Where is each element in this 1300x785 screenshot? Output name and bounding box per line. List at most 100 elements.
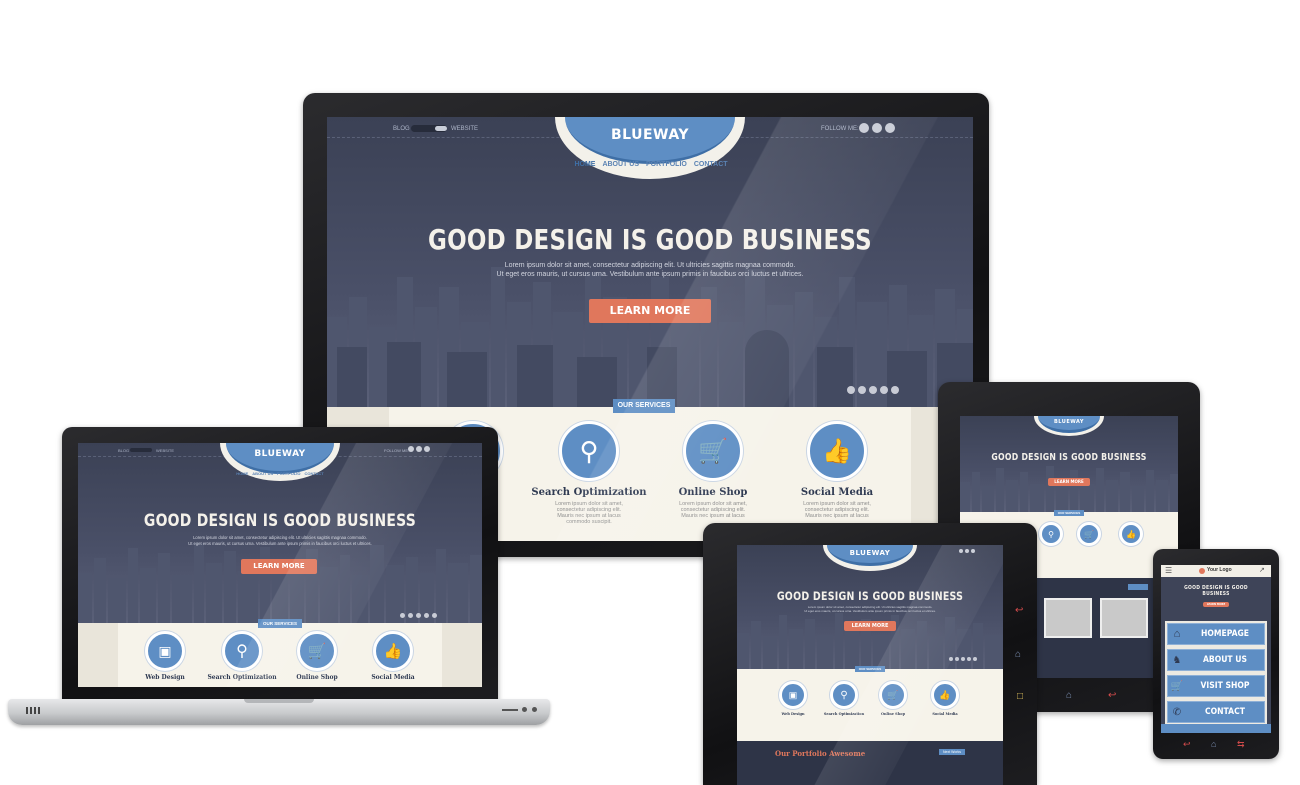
service-shop[interactable]: 🛒 Online Shop [871,681,915,716]
nav-home[interactable]: HOME [574,161,595,168]
menu-contact[interactable]: ✆ CONTACT [1167,701,1265,723]
website-link[interactable]: WEBSITE [156,448,174,453]
service-search[interactable]: ⚲ Search Optimization [202,631,282,681]
social-icon[interactable] [965,549,969,553]
social-icon[interactable] [971,549,975,553]
service-shop[interactable]: 🛒 Online Shop [282,631,352,681]
hero-section: BLOG WEBSITE FOLLOW ME: BLUEWAY HOME ABO… [78,443,482,623]
slider-dots[interactable] [949,657,977,661]
share-icon[interactable]: ↗ [1259,566,1265,574]
service-search[interactable]: ⚲ Search Optimization [819,681,869,716]
menu-about[interactable]: ♞ ABOUT US [1167,649,1265,671]
slider-dots[interactable] [400,613,437,618]
social-icon[interactable] [885,123,895,133]
nav-contact[interactable]: CONTACT [304,471,323,476]
social-icon[interactable] [859,123,869,133]
service-social[interactable]: 👍 Social Media Lorem ipsum dolor sit ame… [777,421,897,519]
hero-section: BLUEWAY GOOD DESIGN IS GOOD BUSINESS Lor… [737,545,1003,669]
brand-logo[interactable]: BLUEWAY [827,549,913,557]
social-icon[interactable] [959,549,963,553]
nav-about[interactable]: ABOUT US [602,161,639,168]
hamburger-icon[interactable]: ☰ [1165,566,1172,575]
learn-more-button[interactable]: LEARN MORE [1048,478,1090,486]
phone-footer [1161,724,1271,733]
hero-text-1: Lorem ipsum dolor sit amet, consectetur … [193,535,367,540]
laptop-notch [244,699,314,703]
brand-logo[interactable]: BLUEWAY [226,449,334,459]
hero-text-1: Lorem ipsum dolor sit amet, consectetur … [504,262,796,269]
nav-contact[interactable]: CONTACT [694,161,728,168]
right-margin [442,623,482,687]
follow-label: FOLLOW ME: [384,448,410,453]
learn-more-button[interactable]: LEARN MORE [241,559,317,574]
magnifier-icon: ⚲ [1039,522,1063,546]
website-link[interactable]: WEBSITE [451,126,478,132]
view-toggle[interactable] [130,448,152,452]
social-icon[interactable] [416,446,422,452]
menu-visit-shop[interactable]: 🛒 VISIT SHOP [1167,675,1265,697]
hero-section: BLOG WEBSITE FOLLOW ME: BLUEWAY HOME ABO… [327,117,973,407]
city-skyline-image [960,466,1178,512]
phone-logo[interactable]: Your Logo [1207,567,1232,573]
next-works-button[interactable]: Next Works [939,749,966,755]
menu-homepage[interactable]: ⌂ HOMEPAGE [1167,623,1265,645]
city-skyline-image [78,543,482,623]
magnifier-icon: ⚲ [222,631,262,671]
nav-about[interactable]: ABOUT US [252,471,273,476]
hero-headline: GOOD DESIGN IS GOOD BUSINESS [428,223,872,256]
laptop-icon: ▣ [145,631,185,671]
learn-more-button[interactable]: LEARN MORE [1203,602,1229,607]
service-search[interactable]: ⚲ [1034,522,1068,546]
social-icon[interactable] [408,446,414,452]
cart-icon: 🛒 [1077,522,1101,546]
cart-icon: 🛒 [879,681,907,709]
home-icon: ⌂ [1173,628,1181,640]
portfolio-thumb[interactable] [1100,598,1148,638]
hero-section: BLUEWAY GOOD DESIGN IS GOOD BUSINESS LEA… [960,416,1178,512]
hero-headline: GOOD DESIGN IS GOOD BUSINESS [1184,585,1248,597]
hero-text-2: Ut eget eros mauris, ut cursus urna. Ves… [496,271,804,278]
nav-portfolio[interactable]: PORTFOLIO [277,471,300,476]
service-social[interactable]: 👍 Social Media [358,631,428,681]
service-social[interactable]: 👍 Social Media [923,681,967,716]
service-shop[interactable]: 🛒 Online Shop Lorem ipsum dolor sit amet… [653,421,773,519]
home-icon: ⌂ [1015,649,1022,660]
service-web[interactable]: ▣ Web Design [130,631,200,681]
learn-more-button[interactable]: LEARN MORE [844,621,896,631]
phone-screen: ☰ Your Logo ↗ GOOD DESIGN IS GOOD BUSINE… [1161,565,1271,733]
service-search[interactable]: ⚲ Search Optimization Lorem ipsum dolor … [529,421,649,525]
slider-dots[interactable] [847,386,899,394]
blog-link[interactable]: BLOG [118,448,129,453]
hero-text-2: Ut eget eros mauris, ut cursus urna. Ves… [804,609,936,613]
tablet-frame: BLUEWAY GOOD DESIGN IS GOOD BUSINESS Lor… [703,523,1037,785]
services-tag: OUR SERVICES [613,399,675,413]
learn-more-button[interactable]: LEARN MORE [589,299,711,323]
service-web[interactable]: ▣ Web Design [771,681,815,716]
laptop-base [8,699,550,725]
laptop-screen: BLOG WEBSITE FOLLOW ME: BLUEWAY HOME ABO… [78,443,482,687]
nav-home[interactable]: HOME [236,471,248,476]
brand-logo[interactable]: BLUEWAY [1038,419,1100,425]
brand-logo[interactable]: BLUEWAY [565,127,735,143]
social-icon[interactable] [872,123,882,133]
back-icon: ↩ [1108,690,1117,701]
cart-icon: 🛒 [1170,680,1184,692]
laptop-port [522,707,527,712]
portfolio-thumb[interactable] [1044,598,1092,638]
menu-icon: □ [1017,691,1024,702]
social-icon[interactable] [424,446,430,452]
hero-headline: GOOD DESIGN IS GOOD BUSINESS [143,511,417,531]
next-works-button[interactable] [1128,584,1148,590]
back-icon: ↩ [1015,605,1024,616]
magnifier-icon: ⚲ [559,421,619,481]
hero-text-2: Ut eget eros mauris, ut cursus urna. Ves… [188,541,372,546]
nav-portfolio[interactable]: PORTFOLIO [646,161,687,168]
service-shop[interactable]: 🛒 [1072,522,1106,546]
thumbs-up-icon: 👍 [931,681,959,709]
service-social[interactable]: 👍 [1114,522,1148,546]
thumbs-up-icon: 👍 [807,421,867,481]
blog-link[interactable]: BLOG [393,126,410,132]
portfolio-section: Our Portfolio Awesome Next Works [737,741,1003,785]
nav-menu: HOME ABOUT US PORTFOLIO CONTACT [228,471,332,476]
home-icon: ⌂ [1066,690,1073,701]
